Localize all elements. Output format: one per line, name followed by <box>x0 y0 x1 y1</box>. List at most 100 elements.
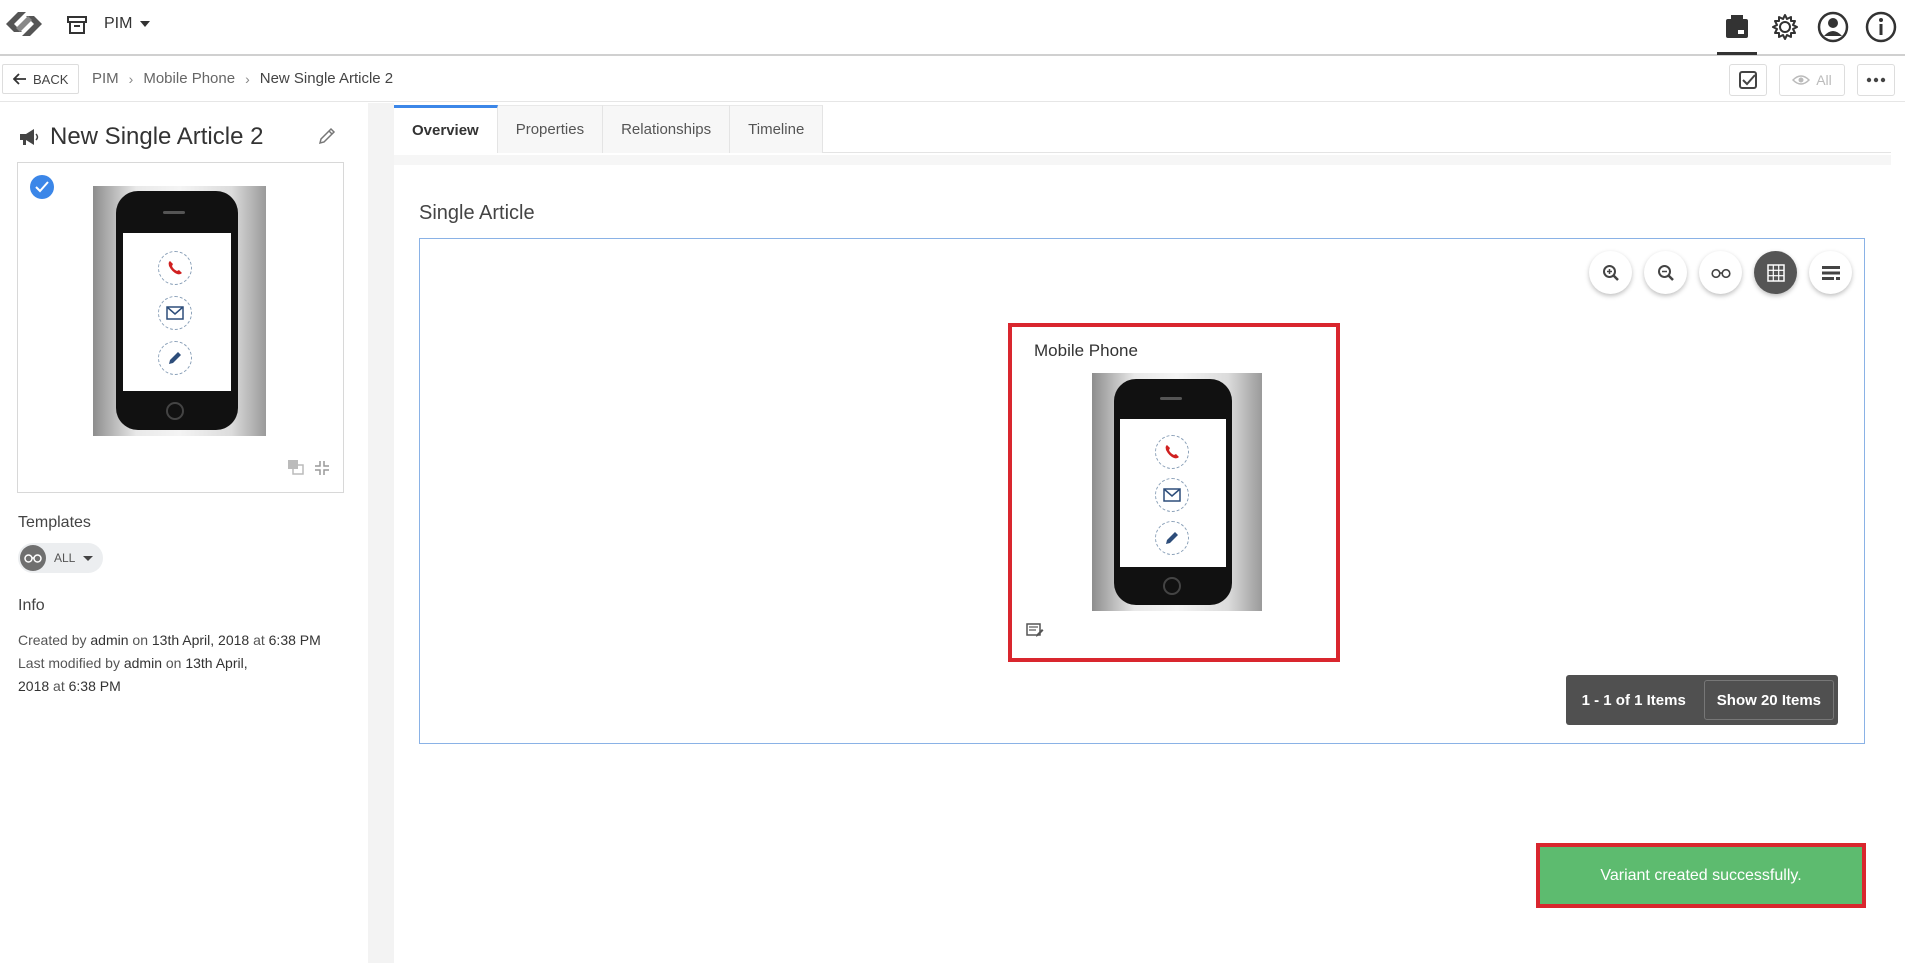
created-time: 6:38 PM <box>268 632 321 648</box>
info-button[interactable] <box>1857 0 1905 54</box>
info-icon <box>1865 11 1897 43</box>
pagination-count: 1 - 1 of 1 Items <box>1581 691 1686 709</box>
gear-icon <box>1772 14 1798 40</box>
templates-label: Templates <box>18 514 91 531</box>
created-user: admin <box>90 632 129 648</box>
modified-year: 2018 <box>18 678 50 694</box>
tab-timeline[interactable]: Timeline <box>730 105 824 153</box>
modified-at: at <box>53 678 65 694</box>
user-icon <box>1817 11 1849 43</box>
modified-date: 13th April, <box>185 655 248 671</box>
collapse-icon[interactable] <box>313 459 331 482</box>
chevron-down-icon <box>140 21 151 27</box>
success-toast: Variant created successfully. <box>1536 843 1866 908</box>
tab-overview[interactable]: Overview <box>394 105 498 153</box>
grid-icon <box>1766 263 1785 282</box>
modified-on: on <box>165 655 182 671</box>
pencil-icon <box>318 127 336 145</box>
zoom-in-icon <box>1602 264 1619 281</box>
created-at: at <box>253 632 265 648</box>
task-check-icon <box>1739 71 1757 89</box>
profile-button[interactable] <box>1809 0 1857 54</box>
product-image[interactable] <box>93 186 266 436</box>
primary-image-card <box>17 162 344 493</box>
breadcrumb-item-current: New Single Article 2 <box>259 70 394 87</box>
toast-message: Variant created successfully. <box>1600 866 1802 884</box>
breadcrumb-bar: BACK PIM › Mobile Phone › New Single Art… <box>0 58 1905 102</box>
breadcrumb-separator: › <box>128 70 134 87</box>
module-selector[interactable]: PIM <box>104 15 151 33</box>
top-bar: PIM <box>0 0 1905 56</box>
more-horizontal-icon <box>1866 77 1886 83</box>
more-options-button[interactable] <box>1857 64 1895 96</box>
breadcrumb-separator: › <box>245 70 250 87</box>
megaphone-icon <box>20 129 39 145</box>
panel-divider <box>368 103 394 963</box>
tab-content: Single Article Mobile Phone 1 - 1 of 1 I… <box>394 155 1891 963</box>
relationship-grid: Mobile Phone 1 - 1 of 1 Items Show 20 It… <box>419 238 1865 744</box>
glasses-icon <box>1710 268 1731 278</box>
created-prefix: Created by <box>18 632 87 648</box>
created-on: on <box>132 632 148 648</box>
chevron-down-icon <box>83 555 94 561</box>
selected-checkbox[interactable] <box>30 175 54 199</box>
back-label: BACK <box>33 71 69 87</box>
mail-icon <box>158 296 192 330</box>
created-date: 13th April, 2018 <box>151 632 250 648</box>
settings-button[interactable] <box>1761 0 1809 54</box>
modified-user: admin <box>123 655 162 671</box>
phone-call-icon <box>158 251 192 285</box>
edit-note-icon[interactable] <box>1026 623 1044 644</box>
pencil-icon <box>1155 521 1189 555</box>
breadcrumb-item-pim[interactable]: PIM <box>92 70 119 87</box>
view-filter-label: All <box>1816 72 1832 88</box>
main-panel: Overview Properties Relationships Timeli… <box>394 103 1905 963</box>
list-view-button[interactable] <box>1809 251 1852 294</box>
info-text: Created by admin on 13th April, 2018 at … <box>18 629 348 698</box>
info-label: Info <box>18 597 45 614</box>
view-toolbar <box>1589 251 1852 294</box>
view-filter-button[interactable]: All <box>1779 64 1845 96</box>
archive-icon <box>66 14 88 36</box>
app-logo[interactable] <box>0 4 48 44</box>
tab-relationships[interactable]: Relationships <box>603 105 731 153</box>
zoom-in-button[interactable] <box>1589 251 1632 294</box>
workflow-button[interactable] <box>1729 64 1767 96</box>
back-button[interactable]: BACK <box>2 64 80 94</box>
workspace-icon <box>1726 15 1748 38</box>
section-title: Single Article <box>419 202 535 224</box>
entity-sidebar: New Single Article 2 Templates ALL Info … <box>0 103 368 963</box>
phone-illustration <box>116 191 238 430</box>
entity-title: New Single Article 2 <box>50 123 264 150</box>
modified-prefix: Last modified by <box>18 655 120 671</box>
glasses-icon <box>20 545 46 571</box>
tile-image <box>1092 373 1262 611</box>
breadcrumb-item-mobile-phone[interactable]: Mobile Phone <box>143 70 235 87</box>
top-icons <box>1713 0 1905 55</box>
templates-value: ALL <box>54 551 76 565</box>
module-label: PIM <box>104 15 133 32</box>
image-card-tools <box>287 459 331 482</box>
eye-icon <box>1792 75 1811 85</box>
pencil-icon <box>158 341 192 375</box>
header-actions: All <box>1729 64 1895 96</box>
image-layers-icon[interactable] <box>287 459 305 482</box>
related-item-tile[interactable]: Mobile Phone <box>1008 323 1340 662</box>
workspace-button[interactable] <box>1713 0 1761 55</box>
zoom-out-icon <box>1657 264 1674 281</box>
arrow-left-icon <box>13 73 26 85</box>
tab-properties[interactable]: Properties <box>497 105 604 153</box>
modified-time: 6:38 PM <box>68 678 121 694</box>
tab-bar: Overview Properties Relationships Timeli… <box>394 105 1891 153</box>
edit-title-button[interactable] <box>318 127 336 150</box>
templates-dropdown[interactable]: ALL <box>18 543 104 573</box>
grid-view-button[interactable] <box>1754 251 1797 294</box>
tile-title: Mobile Phone <box>1034 341 1138 360</box>
page-size-button[interactable]: Show 20 Items <box>1703 680 1834 720</box>
list-icon <box>1821 265 1840 280</box>
zoom-out-button[interactable] <box>1644 251 1687 294</box>
mail-icon <box>1155 478 1189 512</box>
template-view-button[interactable] <box>1699 251 1742 294</box>
phone-call-icon <box>1155 435 1189 469</box>
phone-illustration <box>1114 379 1232 605</box>
